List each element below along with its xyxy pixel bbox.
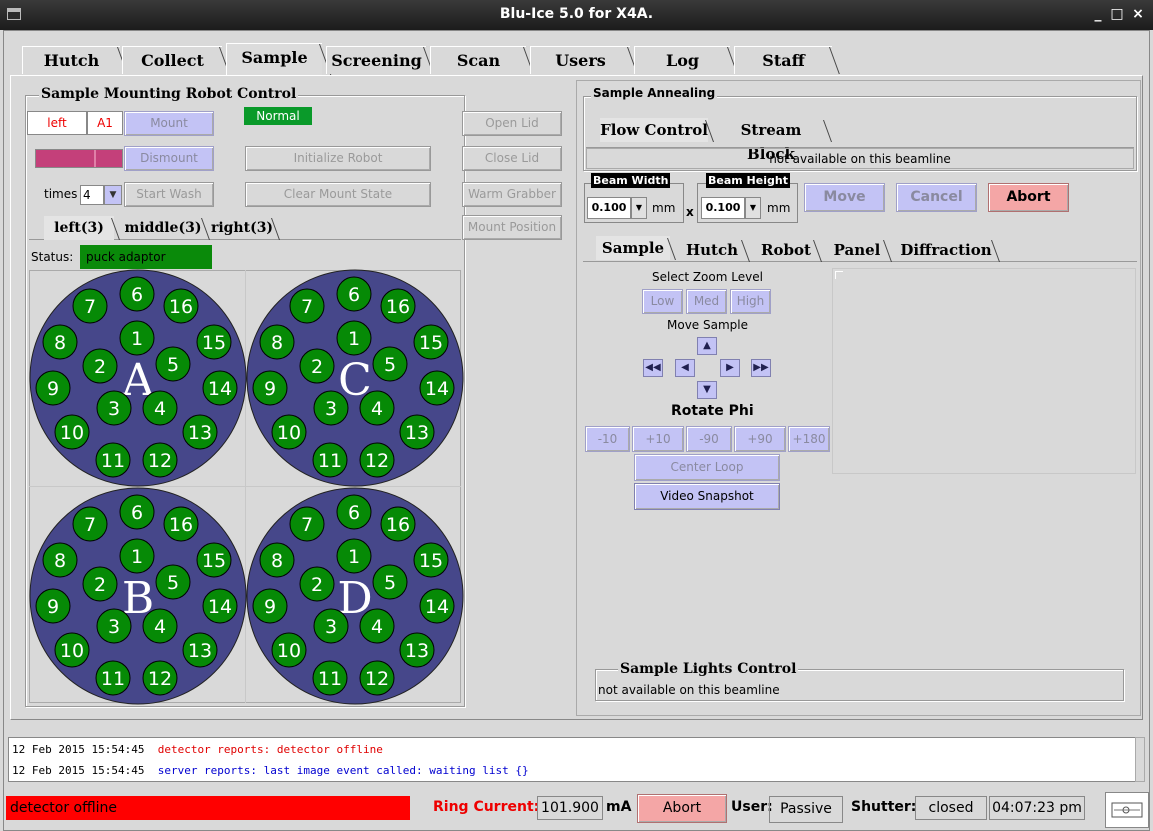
robot-position-field[interactable]: left xyxy=(27,111,87,135)
logo-icon xyxy=(1111,802,1143,818)
clear-mount-state-button[interactable]: Clear Mount State xyxy=(245,182,431,207)
rotate-minus90-button[interactable]: -90 xyxy=(686,426,732,452)
zoom-label: Select Zoom Level xyxy=(652,270,763,284)
beam-width-label: Beam Width xyxy=(591,173,671,188)
times-field[interactable]: 4 xyxy=(80,185,104,205)
log-line-1: 12 Feb 2015 15:54:45 detector reports: d… xyxy=(12,743,383,756)
cassette-tab-right[interactable]: right(3) xyxy=(210,216,274,240)
video-view xyxy=(832,268,1136,474)
ring-current-value: 101.900 xyxy=(537,796,603,820)
zoom-high-button[interactable]: High xyxy=(730,289,771,314)
lights-title: Sample Lights Control xyxy=(618,661,799,677)
center-loop-button[interactable]: Center Loop xyxy=(634,454,780,481)
user-value: Passive xyxy=(769,796,843,823)
robot-control-title: Sample Mounting Robot Control xyxy=(39,86,299,102)
times-dropdown-icon[interactable]: ▼ xyxy=(104,185,122,205)
log-line-2: 12 Feb 2015 15:54:45 server reports: las… xyxy=(12,764,529,777)
status-value: puck adaptor xyxy=(80,245,212,269)
close-icon[interactable]: × xyxy=(1129,5,1147,23)
clock: 04:07:23 pm xyxy=(989,796,1085,820)
view-tab-diffraction[interactable]: Diffraction xyxy=(898,238,994,262)
tab-staff[interactable]: Staff xyxy=(734,46,832,74)
title-bar: Blu-Ice 5.0 for X4A. _ □ × xyxy=(0,0,1153,30)
beam-height-field[interactable]: 0.100 xyxy=(701,197,745,219)
rotate-minus10-button[interactable]: -10 xyxy=(585,426,630,452)
lights-message: not available on this beamline xyxy=(598,683,780,697)
move-sample-label: Move Sample xyxy=(667,318,748,332)
view-tab-panel[interactable]: Panel xyxy=(828,238,886,262)
annealing-title: Sample Annealing xyxy=(591,86,718,100)
maximize-icon[interactable]: □ xyxy=(1108,5,1126,23)
shutter-label: Shutter: xyxy=(851,799,917,815)
status-abort-button[interactable]: Abort xyxy=(637,794,727,823)
log-time: 12 Feb 2015 15:54:45 xyxy=(12,743,145,756)
status-message: detector offline xyxy=(6,796,410,820)
cassette-tab-middle[interactable]: middle(3) xyxy=(122,216,204,240)
ring-current-label: Ring Current: xyxy=(433,799,540,815)
status-label: Status: xyxy=(31,250,74,264)
puck-divider-v xyxy=(245,270,246,703)
dismount-progress xyxy=(35,149,123,168)
beam-height-dropdown-icon[interactable]: ▼ xyxy=(745,197,761,219)
rotate-phi-label: Rotate Phi xyxy=(671,403,754,419)
flow-control-tab[interactable]: Flow Control xyxy=(600,118,708,142)
shutter-value: closed xyxy=(915,796,987,820)
move-down-icon[interactable]: ▼ xyxy=(697,381,717,399)
warm-grabber-button[interactable]: Warm Grabber xyxy=(462,182,562,207)
tab-log[interactable]: Log xyxy=(634,46,730,74)
move-right-icon[interactable]: ▶ xyxy=(720,359,740,377)
minimize-icon[interactable]: _ xyxy=(1089,5,1107,23)
zoom-med-button[interactable]: Med xyxy=(686,289,727,314)
beam-x-label: x xyxy=(686,205,694,219)
annealing-message: not available on this beamline xyxy=(586,148,1134,169)
rotate-plus10-button[interactable]: +10 xyxy=(632,426,684,452)
beam-width-unit: mm xyxy=(652,201,676,215)
abort-button[interactable]: Abort xyxy=(988,183,1069,212)
user-label: User: xyxy=(731,799,773,815)
log-scrollbar[interactable] xyxy=(1135,737,1145,782)
log-text: server reports: last image event called:… xyxy=(157,764,529,777)
times-label: times xyxy=(44,187,78,201)
tab-scan[interactable]: Scan xyxy=(430,46,526,74)
rotate-plus90-button[interactable]: +90 xyxy=(734,426,786,452)
view-tab-hutch[interactable]: Hutch xyxy=(680,238,744,262)
mount-button[interactable]: Mount xyxy=(124,111,214,136)
tab-screening[interactable]: Screening xyxy=(326,46,426,74)
start-wash-button[interactable]: Start Wash xyxy=(124,182,214,207)
move-button[interactable]: Move xyxy=(804,183,885,212)
tab-users[interactable]: Users xyxy=(530,46,630,74)
initialize-robot-button[interactable]: Initialize Robot xyxy=(245,146,431,171)
window-title: Blu-Ice 5.0 for X4A. xyxy=(499,6,654,22)
log-text: detector reports: detector offline xyxy=(157,743,383,756)
tab-sample[interactable]: Sample xyxy=(226,43,322,75)
open-lid-button[interactable]: Open Lid xyxy=(462,111,562,136)
beamline-logo xyxy=(1105,792,1149,828)
cassette-tab-left[interactable]: left(3) xyxy=(44,216,114,240)
move-up-icon[interactable]: ▲ xyxy=(697,337,717,355)
zoom-low-button[interactable]: Low xyxy=(642,289,683,314)
close-lid-button[interactable]: Close Lid xyxy=(462,146,562,171)
video-snapshot-button[interactable]: Video Snapshot xyxy=(634,483,780,510)
tab-collect[interactable]: Collect xyxy=(122,46,222,74)
move-right-fast-icon[interactable]: ▶▶ xyxy=(751,359,771,377)
beam-height-unit: mm xyxy=(767,201,791,215)
beam-width-field[interactable]: 0.100 xyxy=(587,197,631,219)
stream-block-tab[interactable]: Stream Block xyxy=(716,118,826,163)
move-left-fast-icon[interactable]: ◀◀ xyxy=(643,359,663,377)
beam-width-dropdown-icon[interactable]: ▼ xyxy=(631,197,647,219)
dismount-button[interactable]: Dismount xyxy=(124,146,214,171)
view-tab-sample[interactable]: Sample xyxy=(596,236,670,260)
view-tab-robot[interactable]: Robot xyxy=(756,238,816,262)
beam-height-label: Beam Height xyxy=(706,173,790,188)
mount-position-button[interactable]: Mount Position xyxy=(462,215,562,240)
log-time: 12 Feb 2015 15:54:45 xyxy=(12,764,145,777)
ring-current-unit: mA xyxy=(606,799,632,815)
move-left-icon[interactable]: ◀ xyxy=(675,359,695,377)
robot-port-field[interactable]: A1 xyxy=(87,111,123,135)
tab-hutch[interactable]: Hutch xyxy=(22,46,120,74)
robot-status-badge: Normal xyxy=(244,107,312,125)
cancel-button[interactable]: Cancel xyxy=(896,183,977,212)
rotate-plus180-button[interactable]: +180 xyxy=(788,426,830,452)
